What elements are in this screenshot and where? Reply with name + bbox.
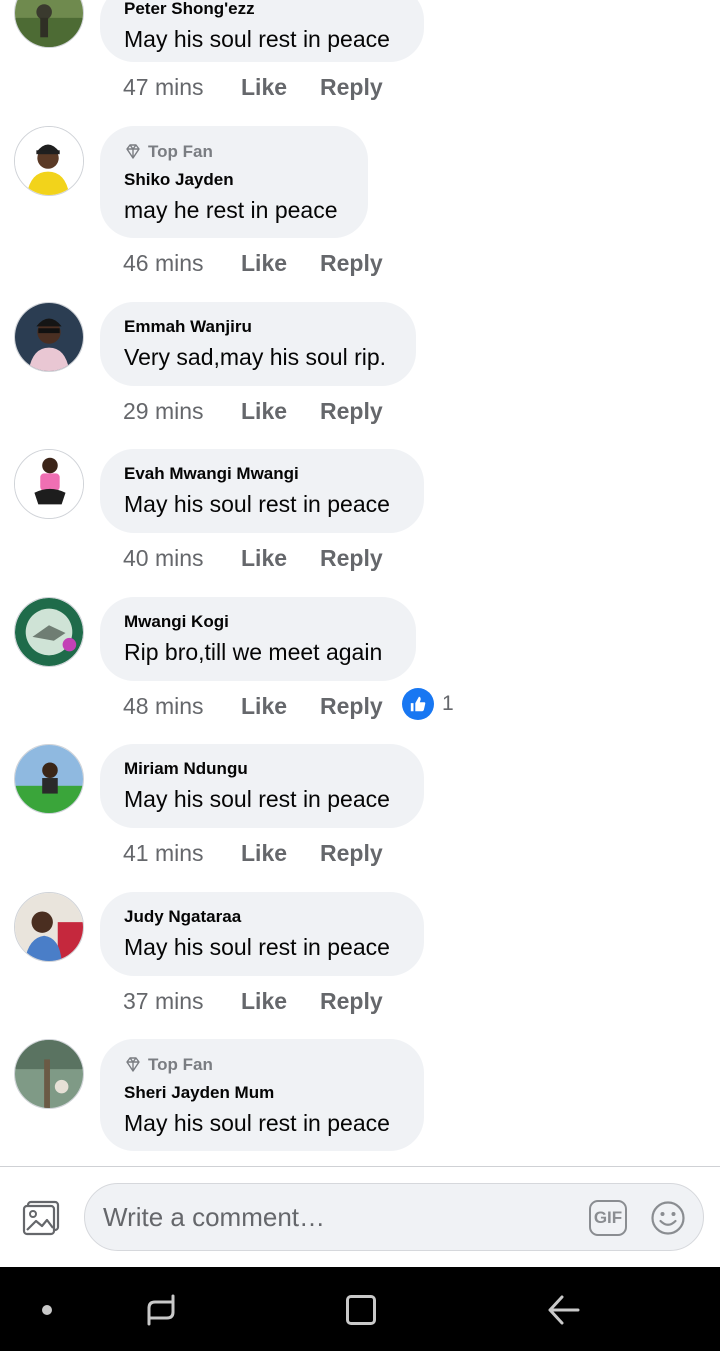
comment-bubble[interactable]: Evah Mwangi Mwangi May his soul rest in … xyxy=(100,449,424,533)
comment-meta: 41 mins Like Reply xyxy=(123,840,383,867)
comment-text: Rip bro,till we meet again xyxy=(124,639,383,665)
comment-meta: 46 mins Like Reply xyxy=(123,250,383,277)
avatar[interactable] xyxy=(14,302,84,372)
reply-button[interactable]: Reply xyxy=(320,74,383,101)
like-button[interactable]: Like xyxy=(241,250,320,277)
avatar[interactable] xyxy=(14,1039,84,1109)
comment-text: May his soul rest in peace xyxy=(124,786,390,812)
avatar[interactable] xyxy=(14,126,84,196)
comment-composer: Write a comment… GIF xyxy=(0,1167,720,1267)
home-icon[interactable] xyxy=(346,1295,376,1325)
avatar[interactable] xyxy=(14,0,84,48)
commenter-name[interactable]: Emmah Wanjiru xyxy=(124,316,392,338)
comment-bubble[interactable]: Top Fan Sheri Jayden Mum May his soul re… xyxy=(100,1039,424,1151)
comment-text: May his soul rest in peace xyxy=(124,491,390,517)
top-fan-label: Top Fan xyxy=(148,1055,213,1074)
commenter-name[interactable]: Mwangi Kogi xyxy=(124,611,392,633)
comment-bubble[interactable]: Mwangi Kogi Rip bro,till we meet again xyxy=(100,597,416,681)
like-button[interactable]: Like xyxy=(241,398,320,425)
reply-button[interactable]: Reply xyxy=(320,988,383,1015)
diamond-icon xyxy=(126,144,140,159)
avatar[interactable] xyxy=(14,744,84,814)
avatar[interactable] xyxy=(14,597,84,667)
comment-meta: 47 mins Like Reply xyxy=(123,74,383,101)
recents-icon[interactable] xyxy=(145,1294,177,1326)
avatar[interactable] xyxy=(14,892,84,962)
system-navigation-bar xyxy=(0,1267,720,1351)
photo-icon[interactable] xyxy=(22,1200,60,1236)
comment-bubble[interactable]: Judy Ngataraa May his soul rest in peace xyxy=(100,892,424,976)
commenter-name[interactable]: Sheri Jayden Mum xyxy=(124,1082,400,1104)
top-fan-badge: Top Fan xyxy=(124,1053,400,1077)
comment-bubble[interactable]: Miriam Ndungu May his soul rest in peace xyxy=(100,744,424,828)
commenter-name[interactable]: Judy Ngataraa xyxy=(124,906,400,928)
commenter-name[interactable]: Peter Shong'ezz xyxy=(124,0,400,20)
comment-bubble[interactable]: Top Fan Shiko Jayden may he rest in peac… xyxy=(100,126,368,238)
comment-time: 37 mins xyxy=(123,988,204,1014)
comment-bubble[interactable]: Peter Shong'ezz May his soul rest in pea… xyxy=(100,0,424,62)
comment-meta: 37 mins Like Reply xyxy=(123,988,383,1015)
reply-button[interactable]: Reply xyxy=(320,693,383,720)
comment-text: May his soul rest in peace xyxy=(124,934,390,960)
reply-button[interactable]: Reply xyxy=(320,250,383,277)
like-button[interactable]: Like xyxy=(241,693,320,720)
back-icon[interactable] xyxy=(546,1293,580,1327)
like-button[interactable]: Like xyxy=(241,988,320,1015)
comment-time: 46 mins xyxy=(123,250,204,276)
reply-button[interactable]: Reply xyxy=(320,545,383,572)
comment-time: 41 mins xyxy=(123,840,204,866)
top-fan-label: Top Fan xyxy=(148,142,213,161)
reply-button[interactable]: Reply xyxy=(320,840,383,867)
comment-bubble[interactable]: Emmah Wanjiru Very sad,may his soul rip. xyxy=(100,302,416,386)
comment-time: 47 mins xyxy=(123,74,204,100)
top-fan-badge: Top Fan xyxy=(124,140,344,164)
like-button[interactable]: Like xyxy=(241,74,320,101)
commenter-name[interactable]: Evah Mwangi Mwangi xyxy=(124,463,400,485)
comment-text: May his soul rest in peace xyxy=(124,1110,390,1136)
dot-icon[interactable] xyxy=(42,1305,52,1315)
diamond-icon xyxy=(126,1057,140,1072)
comment-text: may he rest in peace xyxy=(124,197,338,223)
comment-meta: 29 mins Like Reply xyxy=(123,398,383,425)
comment-time: 29 mins xyxy=(123,398,204,424)
reaction-summary[interactable]: 1 xyxy=(402,688,454,720)
reaction-count: 1 xyxy=(442,692,454,715)
like-reaction-icon xyxy=(402,688,434,720)
comment-meta: 48 mins Like Reply xyxy=(123,693,383,720)
smiley-icon[interactable] xyxy=(650,1200,686,1236)
comment-text: May his soul rest in peace xyxy=(124,26,390,52)
commenter-name[interactable]: Miriam Ndungu xyxy=(124,758,400,780)
comment-time: 48 mins xyxy=(123,693,204,719)
avatar[interactable] xyxy=(14,449,84,519)
like-button[interactable]: Like xyxy=(241,840,320,867)
gif-button[interactable]: GIF xyxy=(589,1200,627,1236)
comment-text: Very sad,may his soul rip. xyxy=(124,344,387,370)
like-button[interactable]: Like xyxy=(241,545,320,572)
comment-meta: 40 mins Like Reply xyxy=(123,545,383,572)
reply-button[interactable]: Reply xyxy=(320,398,383,425)
comment-time: 40 mins xyxy=(123,545,204,571)
commenter-name[interactable]: Shiko Jayden xyxy=(124,169,344,191)
